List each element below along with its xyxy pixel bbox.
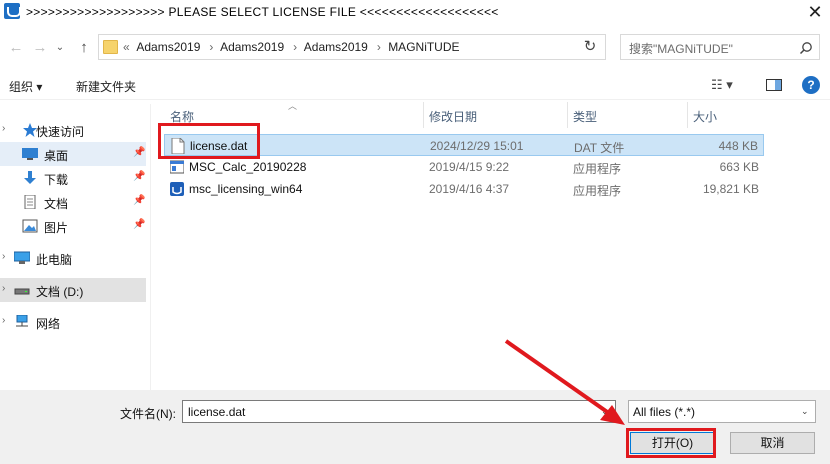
search-icon[interactable] — [799, 41, 813, 55]
file-type-filter[interactable]: All files (*.*) ⌄ — [628, 400, 816, 423]
new-folder-button[interactable]: 新建文件夹 — [76, 78, 136, 95]
back-arrow-icon[interactable]: ← — [6, 38, 26, 58]
file-row[interactable]: MSC_Calc_20190228 2019/4/15 9:22 应用程序 66… — [164, 156, 764, 178]
file-size: 448 KB — [718, 139, 758, 153]
sidebar-item-pictures[interactable]: 图片 📌 — [0, 214, 146, 238]
pin-icon: 📌 — [133, 147, 146, 158]
pane-divider[interactable] — [150, 104, 151, 390]
sidebar-item-label: 快速访问 — [36, 125, 85, 139]
filename-value: license.dat — [188, 405, 246, 419]
file-date: 2019/4/15 9:22 — [429, 160, 510, 174]
msc-app-icon — [170, 182, 184, 196]
forward-arrow-icon[interactable]: → — [30, 38, 50, 58]
computer-icon — [14, 251, 30, 264]
column-header-size[interactable]: 大小 — [693, 108, 717, 125]
file-name: MSC_Calc_20190228 — [189, 160, 307, 174]
expand-chevron-icon[interactable]: › — [2, 315, 5, 326]
navigation-pane: › 快速访问 桌面 📌 下载 📌 文档 📌 图片 📌 › 此电脑 › 文档 (D… — [0, 104, 148, 390]
download-icon — [24, 171, 36, 184]
file-date: 2024/12/29 15:01 — [430, 139, 524, 153]
desktop-icon — [22, 148, 38, 160]
highlight-box — [158, 123, 260, 159]
preview-pane-icon[interactable] — [766, 79, 782, 91]
organize-menu[interactable]: 组织 ▾ — [9, 78, 42, 95]
breadcrumb-item[interactable]: Adams2019 — [304, 40, 368, 54]
column-divider[interactable] — [423, 102, 424, 128]
file-size: 663 KB — [719, 160, 759, 174]
expand-chevron-icon[interactable]: › — [2, 283, 5, 294]
sidebar-item-label: 下载 — [44, 173, 69, 187]
expand-chevron-icon[interactable]: › — [2, 123, 5, 134]
highlight-box — [626, 428, 716, 458]
help-icon[interactable]: ? — [802, 76, 820, 94]
cancel-button[interactable]: 取消 — [730, 432, 815, 454]
column-divider[interactable] — [687, 102, 688, 128]
breadcrumb-overflow[interactable]: « — [123, 40, 130, 54]
column-divider[interactable] — [567, 102, 568, 128]
expand-chevron-icon[interactable]: › — [2, 251, 5, 262]
up-arrow-icon[interactable]: ↑ — [74, 38, 94, 58]
close-button[interactable]: ✕ — [800, 0, 830, 24]
pin-icon: 📌 — [133, 219, 146, 230]
breadcrumb-separator[interactable]: › — [209, 40, 213, 54]
search-input[interactable]: 搜索"MAGNiTUDE" — [620, 34, 820, 60]
file-row[interactable]: msc_licensing_win64 2019/4/16 4:37 应用程序 … — [164, 178, 764, 200]
view-options-icon[interactable]: ☷ ▾ — [711, 77, 745, 93]
picture-icon — [22, 219, 38, 233]
sidebar-item-drive-d[interactable]: › 文档 (D:) — [0, 278, 146, 302]
drive-icon — [14, 288, 30, 295]
recent-locations-icon[interactable]: ⌄ — [50, 38, 70, 58]
folder-icon — [103, 40, 118, 54]
document-icon — [24, 195, 36, 209]
filter-value: All files (*.*) — [633, 405, 696, 419]
sidebar-item-desktop[interactable]: 桌面 📌 — [0, 142, 146, 166]
file-size: 19,821 KB — [702, 182, 759, 196]
chevron-down-icon[interactable]: ⌄ — [601, 406, 609, 417]
sidebar-item-label: 文档 (D:) — [36, 285, 84, 299]
address-bar[interactable]: « Adams2019 › Adams2019 › Adams2019 › MAGNi… — [98, 34, 606, 60]
sidebar-item-label: 网络 — [36, 317, 61, 331]
app-logo-icon — [4, 3, 21, 19]
chevron-down-icon[interactable]: ⌄ — [801, 406, 809, 417]
app-icon — [170, 160, 184, 174]
file-type: 应用程序 — [573, 184, 622, 198]
file-type: 应用程序 — [573, 162, 622, 176]
filename-label: 文件名(N): — [120, 407, 176, 421]
sidebar-item-label: 文档 — [44, 197, 69, 211]
sidebar-item-label: 图片 — [44, 221, 69, 235]
file-type: DAT 文件 — [574, 141, 625, 155]
breadcrumb-item[interactable]: Adams2019 — [220, 40, 284, 54]
sidebar-item-label: 此电脑 — [36, 253, 73, 267]
sidebar-item-downloads[interactable]: 下载 📌 — [0, 166, 146, 190]
refresh-icon[interactable]: ↻ — [577, 36, 603, 58]
breadcrumb-item[interactable]: Adams2019 — [136, 40, 200, 54]
file-name: msc_licensing_win64 — [189, 182, 303, 196]
breadcrumb-separator[interactable]: › — [293, 40, 297, 54]
column-header-type[interactable]: 类型 — [573, 108, 597, 125]
file-date: 2019/4/16 4:37 — [429, 182, 510, 196]
network-icon — [16, 315, 28, 327]
sidebar-item-documents[interactable]: 文档 📌 — [0, 190, 146, 214]
sort-indicator-icon: ︿ — [288, 101, 298, 111]
search-placeholder: 搜索"MAGNiTUDE" — [629, 42, 733, 56]
pin-icon: 📌 — [133, 195, 146, 206]
column-header-date[interactable]: 修改日期 — [429, 108, 477, 125]
breadcrumb: « Adams2019 › Adams2019 › Adams2019 › MAGNi… — [123, 40, 464, 54]
pin-icon: 📌 — [133, 171, 146, 182]
filename-field[interactable]: license.dat ⌄ — [182, 400, 616, 423]
breadcrumb-item[interactable]: MAGNiTUDE — [388, 40, 459, 54]
sidebar-item-network[interactable]: › 网络 — [0, 310, 146, 334]
window-title: >>>>>>>>>>>>>>>>>>> PLEASE SELECT LICENS… — [26, 5, 499, 19]
sidebar-item-quick-access[interactable]: › 快速访问 — [0, 118, 146, 142]
sidebar-item-this-pc[interactable]: › 此电脑 — [0, 246, 146, 270]
sidebar-item-label: 桌面 — [44, 149, 69, 163]
breadcrumb-separator[interactable]: › — [377, 40, 381, 54]
